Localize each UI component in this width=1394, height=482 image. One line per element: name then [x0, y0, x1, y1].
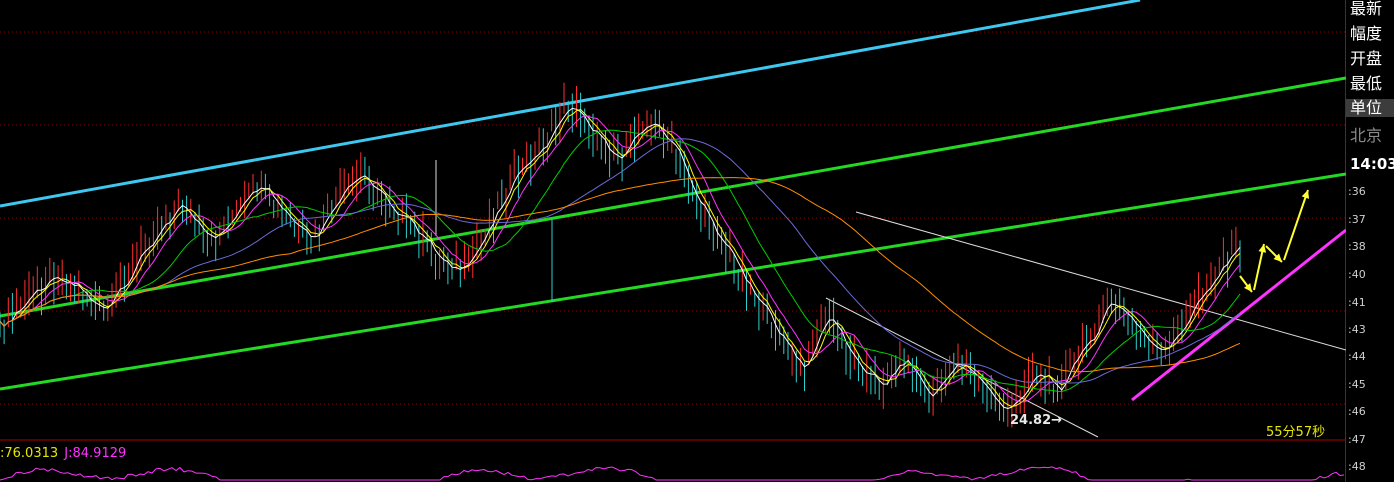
kdj-j-line — [0, 466, 1345, 481]
axis-tick: :41 — [1348, 296, 1366, 309]
low-price-label: 24.82→ — [1010, 413, 1063, 428]
projection-arrow-head — [1258, 244, 1267, 253]
axis-tick: :44 — [1348, 350, 1366, 363]
channel-top-line — [0, 0, 1141, 208]
descending-resistance-line — [855, 211, 1346, 351]
sidebar-item-latest: 最新 — [1350, 0, 1383, 18]
ascending-trend-line — [1131, 228, 1346, 402]
sidebar-item-low: 最低 — [1350, 74, 1383, 93]
axis-tick: :40 — [1348, 268, 1366, 281]
axis-tick: :47 — [1348, 433, 1366, 446]
j-value: J:84.9129 — [64, 446, 127, 461]
ma-yellow-line — [0, 108, 1241, 408]
k-value: :76.0313 — [0, 446, 59, 461]
sidebar-time: 14:03 — [1350, 155, 1394, 173]
ma-green-line — [0, 129, 1241, 393]
axis-tick: :43 — [1348, 323, 1366, 336]
countdown-timer: 55分57秒 — [1266, 425, 1326, 440]
axis-tick: :48 — [1348, 460, 1366, 473]
axis-tick: :36 — [1348, 185, 1366, 198]
sidebar-item-open: 开盘 — [1350, 49, 1383, 68]
axis-tick: :46 — [1348, 405, 1366, 418]
ma-blue-line — [0, 138, 1241, 384]
sidebar-item-range: 幅度 — [1350, 24, 1383, 43]
kdj-indicator-readout: :76.0313 J:84.9129 — [0, 446, 128, 461]
projection-arrow — [1283, 189, 1309, 261]
kline-chart — [0, 0, 1346, 482]
axis-tick: :37 — [1348, 213, 1366, 226]
projection-arrow-head — [1301, 190, 1310, 199]
axis-tick: :45 — [1348, 378, 1366, 391]
sidebar-item-unit[interactable]: 单位 — [1346, 99, 1394, 117]
axis-tick: :38 — [1348, 240, 1366, 253]
sidebar-item-beijing: 北京 — [1350, 126, 1383, 145]
